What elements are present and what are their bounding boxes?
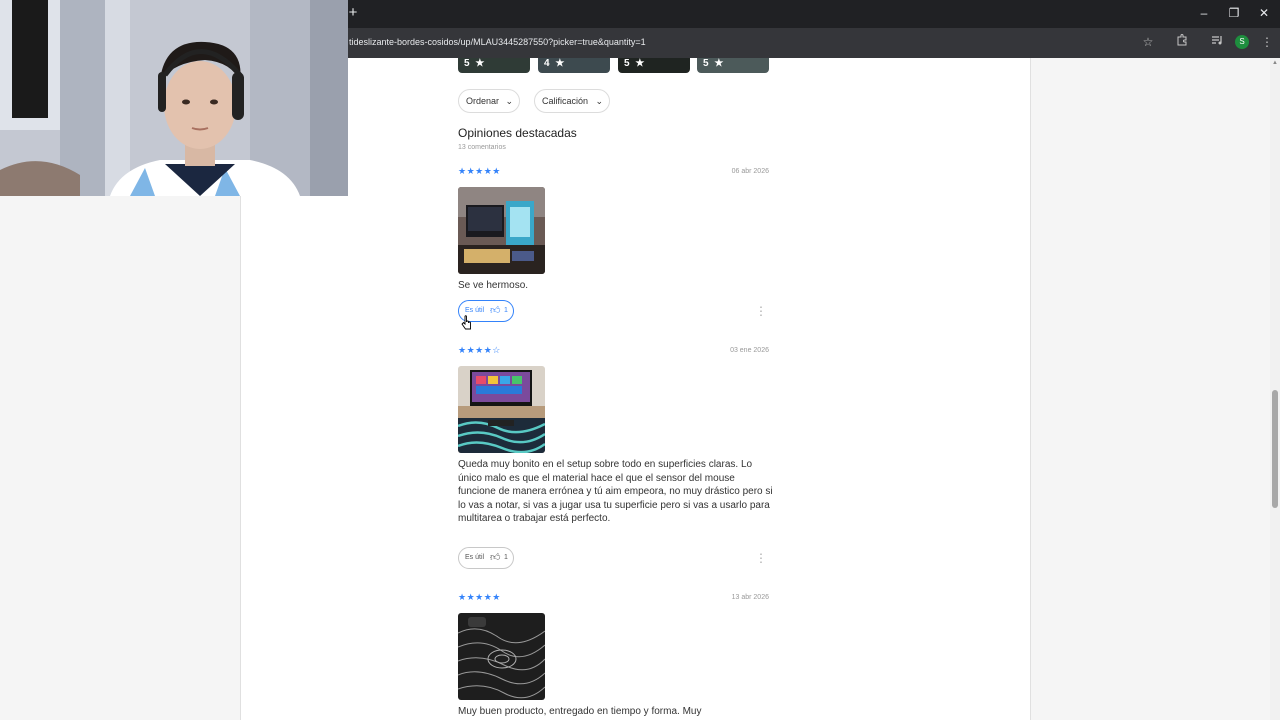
more-options-icon[interactable]: ⋮ (755, 551, 767, 565)
rating-label: Calificación (542, 96, 589, 106)
review-text: Se ve hermoso. (458, 280, 529, 291)
menu-icon[interactable]: ⋮ (1259, 34, 1275, 50)
chevron-down-icon: ⌄ (595, 96, 603, 106)
star-icon: ★ (555, 58, 565, 69)
sort-label: Ordenar (466, 96, 500, 106)
review-date: 03 ene 2026 (730, 347, 769, 354)
review-date: 06 abr 2026 (731, 168, 769, 175)
more-options-icon[interactable]: ⋮ (755, 304, 767, 318)
mouse-cursor (461, 315, 473, 331)
star-icon: ★ (714, 58, 724, 69)
right-gutter (1030, 58, 1270, 720)
chevron-down-icon: ⌄ (505, 96, 513, 106)
star-icon: ★ (475, 58, 485, 69)
review-date: 13 abr 2026 (731, 594, 769, 601)
extensions-icon[interactable] (1174, 34, 1190, 50)
scrollbar-thumb[interactable] (1272, 390, 1278, 508)
review-photo[interactable] (458, 613, 545, 700)
review-photo[interactable] (458, 366, 545, 453)
rating-dropdown[interactable]: Calificación ⌄ (534, 89, 610, 113)
useful-count: 1 (504, 307, 508, 314)
useful-button[interactable]: Es útil 👍︎ 1 (458, 547, 514, 569)
sort-dropdown[interactable]: Ordenar ⌄ (458, 89, 520, 113)
review-photo[interactable] (458, 187, 545, 274)
new-tab-button[interactable]: + (346, 4, 360, 22)
profile-avatar[interactable]: S (1235, 35, 1249, 49)
thumbs-up-icon: 👍︎ (490, 552, 501, 563)
thumb-rating: 5 (703, 58, 709, 69)
scroll-up-icon[interactable]: ▲ (1270, 58, 1280, 68)
photo-filter-thumb[interactable]: 5 ★ (697, 58, 769, 73)
photo-filter-thumb[interactable]: 4 ★ (538, 58, 610, 73)
media-icon[interactable] (1209, 34, 1225, 50)
star-rating: ★★★★★ (458, 166, 501, 176)
thumb-rating: 4 (544, 58, 550, 69)
useful-count: 1 (504, 554, 508, 561)
thumb-rating: 5 (624, 58, 630, 69)
useful-label: Es útil (465, 554, 485, 561)
star-rating: ★★★★☆ (458, 345, 501, 355)
review-count: 13 comentarios (458, 144, 506, 151)
photo-filter-thumb[interactable]: 5 ★ (618, 58, 690, 73)
section-title: Opiniones destacadas (458, 126, 577, 140)
webcam-overlay (0, 0, 348, 196)
restore-button[interactable]: ❐ (1225, 4, 1243, 22)
photo-filter-thumb[interactable]: 5 ★ (458, 58, 530, 73)
star-icon: ★ (635, 58, 645, 69)
right-divider (1030, 58, 1031, 720)
minimize-button[interactable]: – (1195, 4, 1213, 22)
scrollbar-track[interactable] (1270, 58, 1280, 720)
close-window-button[interactable]: ✕ (1255, 4, 1273, 22)
thumbs-up-icon: 👍︎ (490, 305, 501, 316)
star-icon[interactable]: ☆ (1140, 34, 1156, 50)
url-text[interactable]: tideslizante-bordes-cosidos/up/MLAU34452… (349, 36, 646, 48)
review-text: Queda muy bonito en el setup sobre todo … (458, 459, 773, 524)
review-text: Muy buen producto, entregado en tiempo y… (458, 706, 702, 717)
thumb-rating: 5 (464, 58, 470, 69)
star-rating: ★★★★★ (458, 592, 501, 602)
